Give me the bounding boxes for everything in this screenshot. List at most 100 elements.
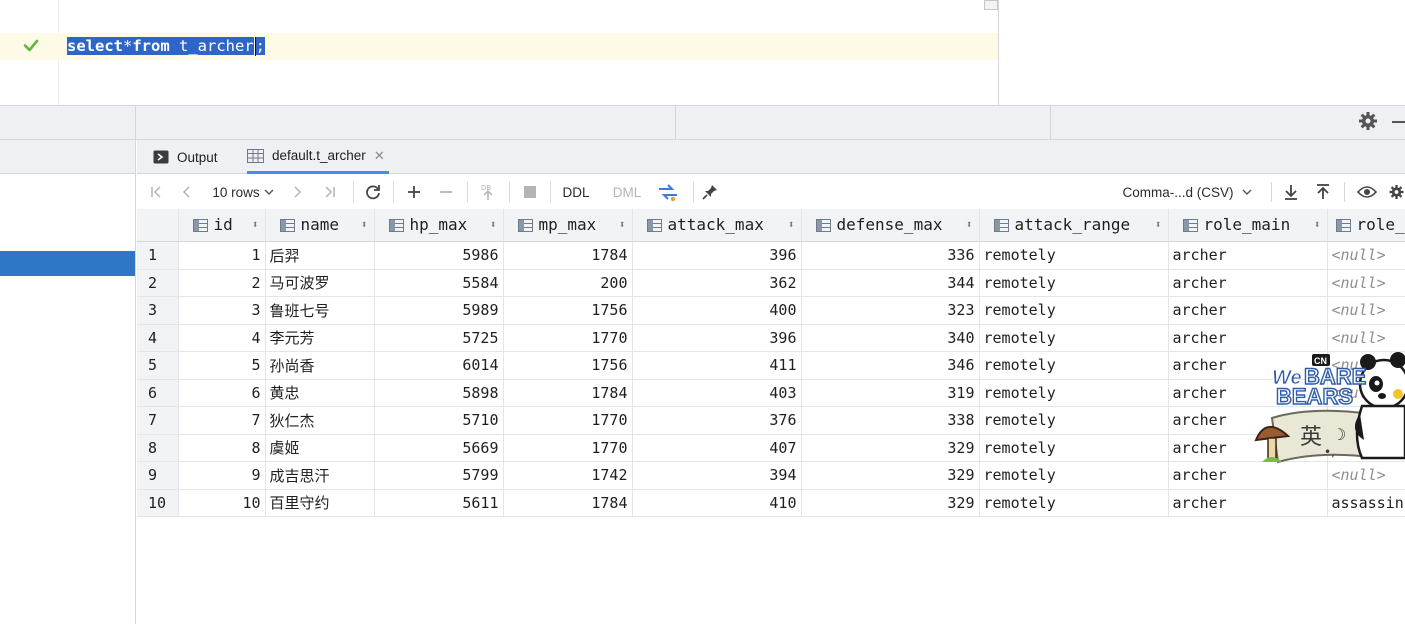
cell-attack-range[interactable]: remotely: [979, 489, 1169, 517]
cell-role-main[interactable]: archer: [1168, 241, 1328, 270]
table-row[interactable]: 9 9 成吉思汗 5799 1742 394 329 remotely archer <null>: [137, 461, 1405, 490]
cell-attack-max[interactable]: 376: [632, 406, 802, 435]
cell-hp-max[interactable]: 5986: [374, 241, 504, 270]
cell-role-assist[interactable]: assassin: [1327, 489, 1405, 517]
cell-attack-range[interactable]: remotely: [979, 324, 1169, 352]
result-grid[interactable]: ⬍ id ⬍ name ⬍ hp_max ⬍ mp_max ⬍ attack_max ⬍ d…: [137, 209, 1405, 517]
column-header[interactable]: ⬍ attack_range: [979, 209, 1169, 242]
cell-attack-range[interactable]: remotely: [979, 269, 1169, 297]
cell-attack-range[interactable]: remotely: [979, 434, 1169, 462]
cell-name[interactable]: 成吉思汗: [265, 461, 375, 490]
cell-mp-max[interactable]: 1756: [503, 296, 633, 325]
dml-button[interactable]: DML: [610, 175, 644, 209]
page-size-dropdown[interactable]: 10 rows: [207, 175, 279, 209]
cell-hp-max[interactable]: 5611: [374, 489, 504, 517]
cell-defense-max[interactable]: 340: [801, 324, 980, 352]
cell-id[interactable]: 9: [178, 461, 266, 490]
cell-name[interactable]: 李元芳: [265, 324, 375, 352]
settings-gear-icon[interactable]: [1357, 110, 1379, 132]
cell-attack-max[interactable]: 411: [632, 351, 802, 380]
cell-attack-range[interactable]: remotely: [979, 461, 1169, 490]
ddl-button[interactable]: DDL: [559, 175, 593, 209]
sql-code-line[interactable]: select*from t_archer;: [67, 34, 266, 58]
table-row[interactable]: 1 1 后羿 5986 1784 396 336 remotely archer <null>: [137, 241, 1405, 270]
cell-attack-max[interactable]: 362: [632, 269, 802, 297]
cell-name[interactable]: 狄仁杰: [265, 406, 375, 435]
view-eye-icon[interactable]: [1355, 175, 1379, 209]
cell-name[interactable]: 黄忠: [265, 379, 375, 407]
column-header[interactable]: ⬍ hp_max: [374, 209, 504, 242]
cell-defense-max[interactable]: 338: [801, 406, 980, 435]
cell-defense-max[interactable]: 319: [801, 379, 980, 407]
cell-id[interactable]: 7: [178, 406, 266, 435]
pin-icon[interactable]: [699, 175, 721, 209]
cell-defense-max[interactable]: 329: [801, 489, 980, 517]
cell-role-main[interactable]: archer: [1168, 489, 1328, 517]
table-row[interactable]: 4 4 李元芳 5725 1770 396 340 remotely archer <null>: [137, 324, 1405, 352]
column-header[interactable]: ⬍ defense_max: [801, 209, 980, 242]
download-icon[interactable]: [1280, 175, 1302, 209]
cell-role-assist[interactable]: <null>: [1327, 241, 1405, 270]
table-row[interactable]: 77狄仁杰57101770376338remotelyarcher<null>: [137, 406, 1405, 435]
cell-attack-max[interactable]: 396: [632, 241, 802, 270]
cell-name[interactable]: 马可波罗: [265, 269, 375, 297]
close-icon[interactable]: ✕: [374, 148, 385, 164]
column-header[interactable]: ⬍ name: [265, 209, 375, 242]
cell-attack-max[interactable]: 394: [632, 461, 802, 490]
cell-id[interactable]: 1: [178, 241, 266, 270]
tab-table-result[interactable]: default.t_archer ✕: [247, 140, 389, 174]
cell-defense-max[interactable]: 323: [801, 296, 980, 325]
cell-hp-max[interactable]: 5725: [374, 324, 504, 352]
table-row[interactable]: 3 3 鲁班七号 5989 1756 400 323 remotely archer <null>: [137, 296, 1405, 325]
upload-icon[interactable]: [1312, 175, 1334, 209]
refresh-icon[interactable]: [362, 175, 384, 209]
cell-attack-range[interactable]: remotely: [979, 241, 1169, 270]
cell-hp-max[interactable]: 5989: [374, 296, 504, 325]
cell-attack-max[interactable]: 410: [632, 489, 802, 517]
table-row[interactable]: 5 5 孙尚香 6014 1756 411 346 remotely archer <null>: [137, 351, 1405, 380]
column-header[interactable]: ⬍ mp_max: [503, 209, 633, 242]
cell-mp-max[interactable]: 1770: [503, 406, 633, 435]
cell-mp-max[interactable]: 1784: [503, 379, 633, 407]
cell-id[interactable]: 6: [178, 379, 266, 407]
column-header[interactable]: ⬍ role_main: [1168, 209, 1328, 242]
cell-hp-max[interactable]: 5584: [374, 269, 504, 297]
column-header[interactable]: ⬍ id: [178, 209, 266, 242]
cell-hp-max[interactable]: 5710: [374, 406, 504, 435]
delete-row-icon[interactable]: [435, 175, 457, 209]
cell-attack-max[interactable]: 403: [632, 379, 802, 407]
cell-name[interactable]: 虞姬: [265, 434, 375, 462]
table-row[interactable]: 88虞姬56691770407329remotelyarcher<null>: [137, 434, 1405, 462]
column-header[interactable]: ⬍ attack_max: [632, 209, 802, 242]
cell-defense-max[interactable]: 346: [801, 351, 980, 380]
last-page-icon[interactable]: [319, 175, 339, 209]
cell-defense-max[interactable]: 329: [801, 434, 980, 462]
cell-hp-max[interactable]: 5669: [374, 434, 504, 462]
cell-id[interactable]: 5: [178, 351, 266, 380]
sql-editor[interactable]: select*from t_archer;: [0, 0, 999, 105]
cell-mp-max[interactable]: 1770: [503, 434, 633, 462]
previous-page-icon[interactable]: [177, 175, 197, 209]
next-page-icon[interactable]: [287, 175, 307, 209]
cell-mp-max[interactable]: 1784: [503, 489, 633, 517]
cell-mp-max[interactable]: 1784: [503, 241, 633, 270]
editor-scrollbar[interactable]: [984, 0, 998, 10]
cell-mp-max[interactable]: 200: [503, 269, 633, 297]
stop-icon[interactable]: [519, 175, 541, 209]
cell-attack-range[interactable]: remotely: [979, 379, 1169, 407]
cell-defense-max[interactable]: 329: [801, 461, 980, 490]
cell-attack-range[interactable]: remotely: [979, 351, 1169, 380]
cell-attack-max[interactable]: 407: [632, 434, 802, 462]
table-row[interactable]: 10 10 百里守约 5611 1784 410 329 remotely archer assa…: [137, 489, 1405, 517]
export-format-dropdown[interactable]: Comma-...d (CSV): [1122, 175, 1252, 209]
add-row-icon[interactable]: [403, 175, 425, 209]
column-header[interactable]: role_: [1327, 209, 1405, 242]
cell-role-main[interactable]: archer: [1168, 269, 1328, 297]
cell-hp-max[interactable]: 6014: [374, 351, 504, 380]
cell-id[interactable]: 8: [178, 434, 266, 462]
cell-attack-range[interactable]: remotely: [979, 296, 1169, 325]
cell-role-assist[interactable]: <null>: [1327, 296, 1405, 325]
cell-id[interactable]: 2: [178, 269, 266, 297]
cell-mp-max[interactable]: 1770: [503, 324, 633, 352]
toolbar-settings-icon[interactable]: [1388, 175, 1405, 209]
